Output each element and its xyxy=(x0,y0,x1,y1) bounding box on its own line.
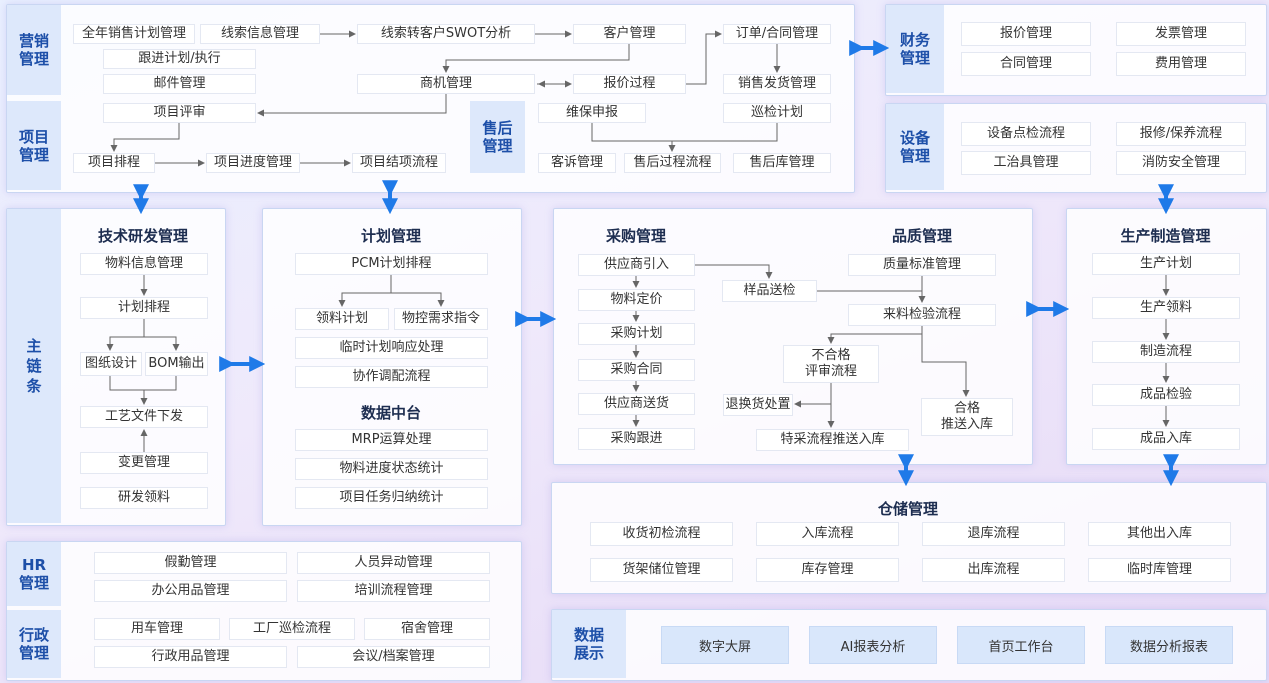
customer-management-box[interactable]: 客户管理 xyxy=(573,24,686,44)
product-stock-in-box[interactable]: 成品入库 xyxy=(1092,428,1240,450)
rnd-process-doc-box[interactable]: 工艺文件下发 xyxy=(80,406,208,428)
equipment-tooling-box[interactable]: 工治具管理 xyxy=(961,151,1091,175)
temp-warehouse-box[interactable]: 临时库管理 xyxy=(1088,558,1231,582)
shelf-location-box[interactable]: 货架储位管理 xyxy=(590,558,733,582)
supplier-intro-box[interactable]: 供应商引入 xyxy=(578,254,695,276)
admin-supplies-box[interactable]: 行政用品管理 xyxy=(94,646,287,668)
inspection-plan-box[interactable]: 巡检计划 xyxy=(723,103,831,123)
coordination-box[interactable]: 协作调配流程 xyxy=(295,366,488,388)
main-chain-side-label: 主 链 条 xyxy=(7,209,61,523)
incoming-inspection-box[interactable]: 来料检验流程 xyxy=(848,304,996,326)
sales-shipment-box[interactable]: 销售发货管理 xyxy=(723,74,831,94)
opportunity-box[interactable]: 商机管理 xyxy=(357,74,535,94)
admin-side-label: 行政 管理 xyxy=(7,610,61,678)
annual-sales-plan-box[interactable]: 全年销售计划管理 xyxy=(73,24,195,44)
finance-contract-box[interactable]: 合同管理 xyxy=(961,52,1091,76)
quality-standard-box[interactable]: 质量标准管理 xyxy=(848,254,996,276)
meeting-archive-box[interactable]: 会议/档案管理 xyxy=(297,646,490,668)
warehouse-title: 仓储管理 xyxy=(877,500,938,518)
equipment-repair-box[interactable]: 报修/保养流程 xyxy=(1116,122,1246,146)
purchasing-title: 采购管理 xyxy=(605,227,666,245)
project-progress-box[interactable]: 项目进度管理 xyxy=(206,153,300,173)
rnd-material-box[interactable]: 物料信息管理 xyxy=(80,253,208,275)
project-schedule-box[interactable]: 项目排程 xyxy=(73,153,155,173)
factory-patrol-box[interactable]: 工厂巡检流程 xyxy=(229,618,355,640)
production-title: 生产制造管理 xyxy=(1120,227,1211,245)
manufacturing-process-box[interactable]: 制造流程 xyxy=(1092,341,1240,363)
marketing-side-label: 营销 管理 xyxy=(7,5,61,95)
stock-in-box[interactable]: 入库流程 xyxy=(756,522,899,546)
finance-quote-box[interactable]: 报价管理 xyxy=(961,22,1091,46)
lead-info-box[interactable]: 线索信息管理 xyxy=(200,24,320,44)
production-panel xyxy=(1066,208,1267,465)
home-workbench-box[interactable]: 首页工作台 xyxy=(957,626,1085,664)
personnel-change-box[interactable]: 人员异动管理 xyxy=(297,552,490,574)
swot-analysis-box[interactable]: 线索转客户SWOT分析 xyxy=(357,24,535,44)
sample-inspection-box[interactable]: 样品送检 xyxy=(722,280,817,302)
office-supplies-box[interactable]: 办公用品管理 xyxy=(94,580,287,602)
finance-expense-box[interactable]: 费用管理 xyxy=(1116,52,1246,76)
supplier-delivery-box[interactable]: 供应商送货 xyxy=(578,393,695,415)
purchase-plan-box[interactable]: 采购计划 xyxy=(578,323,695,345)
stock-out-box[interactable]: 出库流程 xyxy=(922,558,1065,582)
nonconformance-review-box[interactable]: 不合格 评审流程 xyxy=(783,345,879,383)
project-task-stat-box[interactable]: 项目任务归纳统计 xyxy=(295,487,488,509)
rnd-bom-box[interactable]: BOM输出 xyxy=(145,352,208,376)
mrp-box[interactable]: MRP运算处理 xyxy=(295,429,488,451)
dormitory-box[interactable]: 宿舍管理 xyxy=(364,618,490,640)
special-acceptance-box[interactable]: 特采流程推送入库 xyxy=(756,429,909,451)
data-display-side-label: 数据 展示 xyxy=(552,610,626,678)
inventory-box[interactable]: 库存管理 xyxy=(756,558,899,582)
pcm-plan-box[interactable]: PCM计划排程 xyxy=(295,253,488,275)
equipment-fire-box[interactable]: 消防安全管理 xyxy=(1116,151,1246,175)
after-sales-warehouse-box[interactable]: 售后库管理 xyxy=(733,153,831,173)
other-inout-box[interactable]: 其他出入库 xyxy=(1088,522,1231,546)
rnd-change-box[interactable]: 变更管理 xyxy=(80,452,208,474)
rnd-drawing-box[interactable]: 图纸设计 xyxy=(80,352,142,376)
qualified-stock-in-box[interactable]: 合格 推送入库 xyxy=(921,398,1013,436)
project-side-label: 项目 管理 xyxy=(7,101,61,190)
purchase-contract-box[interactable]: 采购合同 xyxy=(578,359,695,381)
material-progress-box[interactable]: 物料进度状态统计 xyxy=(295,458,488,480)
attendance-box[interactable]: 假勤管理 xyxy=(94,552,287,574)
quality-title: 品质管理 xyxy=(891,227,952,245)
repair-report-box[interactable]: 维保申报 xyxy=(538,103,646,123)
hr-side-label: HR 管理 xyxy=(7,542,61,606)
equipment-side-label: 设备 管理 xyxy=(886,104,944,190)
data-center-title: 数据中台 xyxy=(360,404,421,422)
project-review-box[interactable]: 项目评审 xyxy=(103,103,256,123)
finance-side-label: 财务 管理 xyxy=(886,5,944,93)
product-inspection-box[interactable]: 成品检验 xyxy=(1092,384,1240,406)
material-pricing-box[interactable]: 物料定价 xyxy=(578,289,695,311)
production-plan-box[interactable]: 生产计划 xyxy=(1092,253,1240,275)
rnd-material-pick-box[interactable]: 研发领料 xyxy=(80,487,208,509)
temp-plan-box[interactable]: 临时计划响应处理 xyxy=(295,337,488,359)
pick-plan-box[interactable]: 领料计划 xyxy=(295,308,389,330)
material-demand-box[interactable]: 物控需求指令 xyxy=(394,308,488,330)
follow-plan-box[interactable]: 跟进计划/执行 xyxy=(103,49,256,69)
purchase-followup-box[interactable]: 采购跟进 xyxy=(578,428,695,450)
data-report-box[interactable]: 数据分析报表 xyxy=(1105,626,1233,664)
after-sales-side-label: 售后 管理 xyxy=(470,101,525,173)
receiving-inspection-box[interactable]: 收货初检流程 xyxy=(590,522,733,546)
mail-management-box[interactable]: 邮件管理 xyxy=(103,74,256,94)
finance-invoice-box[interactable]: 发票管理 xyxy=(1116,22,1246,46)
project-closure-box[interactable]: 项目结项流程 xyxy=(352,153,446,173)
vehicle-box[interactable]: 用车管理 xyxy=(94,618,220,640)
digital-screen-box[interactable]: 数字大屏 xyxy=(661,626,789,664)
production-material-box[interactable]: 生产领料 xyxy=(1092,297,1240,319)
rnd-plan-box[interactable]: 计划排程 xyxy=(80,297,208,319)
complaint-box[interactable]: 客诉管理 xyxy=(538,153,616,173)
rnd-title: 技术研发管理 xyxy=(97,227,188,245)
stock-return-box[interactable]: 退库流程 xyxy=(922,522,1065,546)
training-box[interactable]: 培训流程管理 xyxy=(297,580,490,602)
return-exchange-box[interactable]: 退换货处置 xyxy=(723,394,793,416)
order-contract-box[interactable]: 订单/合同管理 xyxy=(723,24,831,44)
planning-title: 计划管理 xyxy=(360,227,421,245)
equipment-check-box[interactable]: 设备点检流程 xyxy=(961,122,1091,146)
quote-process-box[interactable]: 报价过程 xyxy=(573,74,686,94)
after-sales-process-box[interactable]: 售后过程流程 xyxy=(624,153,721,173)
ai-report-box[interactable]: AI报表分析 xyxy=(809,626,937,664)
